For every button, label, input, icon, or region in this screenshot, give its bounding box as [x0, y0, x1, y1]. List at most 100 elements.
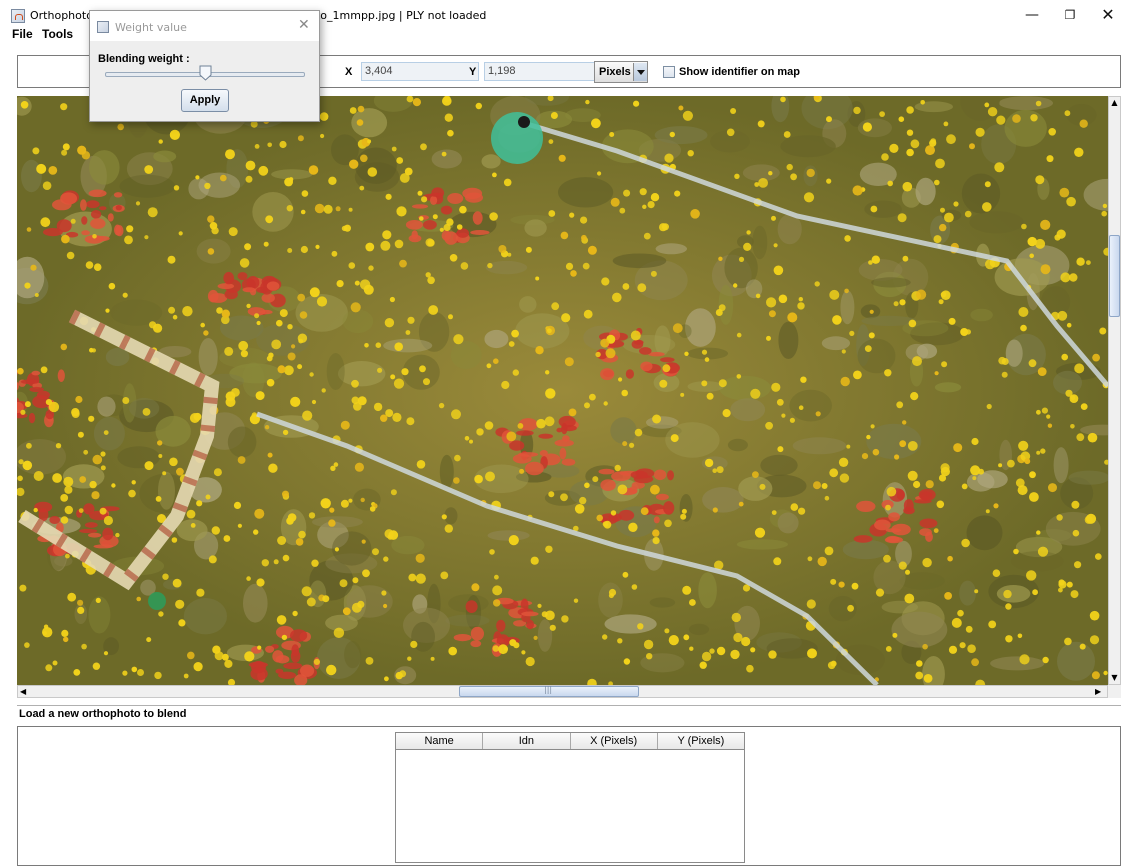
sponge-dot	[349, 107, 357, 114]
coral-branch	[430, 195, 438, 205]
restore-button[interactable]: ❐	[1052, 4, 1088, 26]
sponge-dot	[349, 159, 359, 169]
scroll-down-arrow-icon[interactable]: ▼	[1109, 672, 1120, 684]
show-identifier-checkbox[interactable]	[663, 66, 675, 78]
sponge-dot	[111, 483, 116, 488]
scroll-up-arrow-icon[interactable]: ▲	[1109, 97, 1120, 109]
dropdown-arrow-icon[interactable]	[633, 63, 647, 81]
show-identifier-label[interactable]: Show identifier on map	[679, 66, 800, 78]
scroll-left-arrow-icon[interactable]: ◀	[20, 686, 32, 697]
coral-branch	[113, 192, 123, 198]
vertical-scrollbar[interactable]: ▲ ▼	[1108, 96, 1121, 685]
sponge-dot	[43, 624, 49, 629]
units-dropdown[interactable]: Pixels	[594, 61, 648, 83]
sponge-dot	[323, 204, 333, 214]
sponge-dot	[1101, 210, 1107, 217]
sponge-dot	[738, 501, 744, 507]
x-coordinate-field[interactable]: 3,404	[361, 62, 479, 81]
horizontal-scrollbar[interactable]: ◀ ||| ▶	[17, 685, 1108, 698]
sponge-dot	[790, 173, 797, 181]
seafloor-patch	[778, 321, 799, 359]
sponge-dot	[684, 351, 689, 356]
sponge-dot	[933, 528, 939, 533]
coral-branch	[224, 289, 238, 300]
coral-branch	[408, 234, 422, 243]
menu-file[interactable]: File	[12, 27, 33, 41]
sponge-dot	[326, 664, 337, 676]
dialog-close-button[interactable]: ✕	[298, 17, 310, 33]
sponge-dot	[712, 507, 718, 513]
sponge-dot	[934, 371, 939, 376]
sponge-dot	[790, 503, 799, 511]
sponge-dot	[131, 480, 136, 485]
sponge-dot	[670, 434, 679, 443]
y-coordinate-field[interactable]: 1,198	[484, 62, 602, 81]
sponge-dot	[1001, 371, 1008, 378]
sponge-dot	[48, 166, 58, 175]
column-header-y[interactable]: Y (Pixels)	[658, 733, 744, 749]
minimize-button[interactable]: —	[1014, 4, 1050, 26]
sponge-dot	[354, 280, 360, 286]
coral-branch	[470, 640, 482, 648]
sponge-dot	[583, 309, 593, 319]
sponge-dot	[62, 143, 70, 151]
apply-button[interactable]: Apply	[181, 89, 229, 112]
column-header-idn[interactable]: Idn	[483, 733, 571, 749]
close-window-button[interactable]: ✕	[1090, 4, 1122, 26]
sponge-dot	[162, 573, 169, 580]
sponge-dot	[320, 133, 325, 139]
sponge-dot	[1017, 633, 1023, 639]
sponge-dot	[266, 355, 273, 362]
sponge-dot	[81, 643, 87, 650]
sponge-dot	[263, 241, 269, 247]
scroll-grip-icon: |||	[544, 685, 553, 694]
sponge-dot	[1019, 654, 1030, 665]
sponge-dot	[233, 501, 242, 509]
seafloor-patch	[649, 597, 676, 608]
sponge-dot	[485, 471, 495, 482]
seafloor-patch	[738, 476, 773, 501]
sponge-dot	[800, 376, 807, 383]
sponge-dot	[669, 131, 675, 138]
seafloor-patch	[487, 530, 530, 541]
sponge-dot	[631, 584, 638, 590]
sponge-dot	[587, 245, 597, 255]
sponge-dot	[158, 139, 163, 144]
scroll-right-arrow-icon[interactable]: ▶	[1095, 686, 1107, 697]
sponge-dot	[255, 391, 265, 401]
sponge-dot	[506, 431, 517, 442]
sponge-dot	[77, 606, 85, 614]
status-text: Load a new orthophoto to blend	[19, 708, 187, 720]
sponge-dot	[906, 106, 914, 114]
blending-weight-slider-thumb[interactable]	[199, 65, 212, 81]
vertical-scroll-thumb[interactable]	[1109, 235, 1120, 317]
column-header-x[interactable]: X (Pixels)	[571, 733, 658, 749]
column-header-name[interactable]: Name	[396, 733, 484, 749]
menu-tools[interactable]: Tools	[42, 27, 73, 41]
sponge-dot	[564, 357, 574, 367]
coral-branch	[611, 471, 631, 482]
sponge-dot	[423, 378, 430, 386]
orthophoto-map-viewport[interactable]	[17, 96, 1108, 685]
sponge-dot	[167, 255, 176, 264]
seafloor-patch	[176, 519, 208, 542]
sponge-dot	[687, 150, 694, 157]
points-table[interactable]: Name Idn X (Pixels) Y (Pixels)	[395, 732, 745, 863]
seafloor-patch	[861, 315, 917, 326]
sponge-dot	[898, 561, 907, 570]
sponge-dot	[103, 515, 113, 526]
seafloor-patch	[524, 219, 547, 237]
sponge-dot	[42, 181, 52, 190]
horizontal-scroll-thumb[interactable]: |||	[459, 685, 639, 697]
sponge-dot	[829, 289, 840, 300]
seafloor-patch	[338, 361, 386, 387]
sponge-dot	[871, 255, 880, 264]
sponge-dot	[1058, 580, 1067, 589]
sponge-dot	[420, 143, 427, 151]
sponge-dot	[67, 592, 77, 602]
sponge-dot	[100, 465, 106, 471]
sponge-dot	[946, 134, 956, 145]
sponge-dot	[621, 389, 628, 397]
sponge-dot	[841, 349, 846, 354]
sponge-dot	[584, 402, 590, 409]
